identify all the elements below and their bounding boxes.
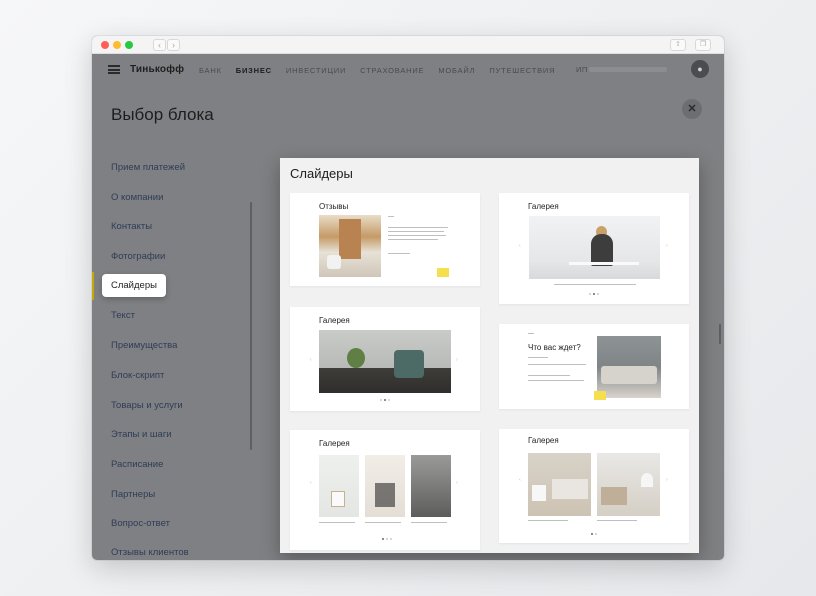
nav-item-travel[interactable]: ПУТЕШЕСТВИЯ	[489, 66, 555, 75]
sidebar-item-advantages[interactable]: Преимущества	[111, 340, 177, 351]
modal-title: Выбор блока	[111, 105, 214, 124]
close-icon[interactable]: ✕	[682, 99, 702, 119]
card-title: Галерея	[319, 316, 350, 325]
sticker	[594, 391, 606, 400]
slider-card-reviews[interactable]: Отзывы	[290, 193, 480, 286]
card-image	[319, 330, 451, 393]
slider-dots	[591, 533, 597, 535]
prev-arrow-icon: ‹	[519, 243, 521, 249]
site-header: Тинькофф БАНК БИЗНЕС ИНВЕСТИЦИИ СТРАХОВА…	[92, 54, 724, 86]
sliders-panel: Слайдеры Отзывы Галерея ‹ › Галерея ‹ › …	[280, 158, 699, 553]
panel-title: Слайдеры	[290, 166, 353, 181]
sidebar-item-text[interactable]: Текст	[111, 310, 135, 321]
prev-arrow-icon: ‹	[519, 477, 521, 483]
sticker	[437, 268, 449, 277]
nav-item-mobile[interactable]: МОБАЙЛ	[438, 66, 475, 75]
nav-item-business[interactable]: БИЗНЕС	[236, 66, 272, 75]
slider-card-gallery-2[interactable]: Галерея ‹ ›	[290, 307, 480, 411]
brand-logo[interactable]: Тинькофф	[130, 64, 184, 75]
slider-card-gallery-1[interactable]: Галерея ‹ ›	[499, 193, 689, 304]
slider-dots	[380, 399, 390, 401]
next-arrow-icon: ›	[666, 243, 668, 249]
card-image	[529, 216, 660, 279]
maximize-window-button[interactable]	[125, 41, 133, 49]
tabs-icon[interactable]: ❐	[695, 39, 711, 51]
page-scrollbar[interactable]	[719, 324, 721, 344]
card-title: Отзывы	[319, 202, 349, 211]
sidebar-item-products[interactable]: Товары и услуги	[111, 400, 183, 411]
forward-arrow-icon[interactable]: ›	[167, 39, 180, 51]
card-title: Галерея	[528, 436, 559, 445]
next-arrow-icon: ›	[456, 357, 458, 363]
back-arrow-icon[interactable]: ‹	[153, 39, 166, 51]
prev-arrow-icon: ‹	[310, 357, 312, 363]
sidebar-item-faq[interactable]: Вопрос-ответ	[111, 518, 170, 529]
block-category-list: Прием платежей О компании Контакты Фотог…	[92, 150, 272, 560]
browser-window: ‹ › ⇧ ❐ Тинькофф БАНК БИЗНЕС ИНВЕСТИЦИИ …	[92, 36, 724, 560]
card-image	[365, 455, 405, 517]
card-image	[597, 453, 660, 516]
card-image	[319, 455, 359, 517]
menu-icon[interactable]	[108, 65, 120, 74]
sidebar-item-payments[interactable]: Прием платежей	[111, 162, 185, 173]
card-image	[528, 453, 591, 516]
card-heading: Что вас ждет?	[528, 343, 581, 352]
card-title: Галерея	[319, 439, 350, 448]
sidebar-item-contacts[interactable]: Контакты	[111, 221, 152, 232]
nav-item-insurance[interactable]: СТРАХОВАНИЕ	[360, 66, 424, 75]
slider-dots	[382, 538, 392, 540]
sidebar-item-steps[interactable]: Этапы и шаги	[111, 429, 172, 440]
sidebar-item-photos[interactable]: Фотографии	[111, 251, 165, 262]
close-window-button[interactable]	[101, 41, 109, 49]
next-arrow-icon: ›	[666, 477, 668, 483]
card-image	[597, 336, 661, 398]
sidebar-scrollbar[interactable]	[250, 202, 252, 450]
sidebar-item-script-block[interactable]: Блок-скрипт	[111, 370, 164, 381]
next-arrow-icon: ›	[456, 480, 458, 486]
sidebar-item-schedule[interactable]: Расписание	[111, 459, 163, 470]
top-nav: БАНК БИЗНЕС ИНВЕСТИЦИИ СТРАХОВАНИЕ МОБАЙ…	[199, 66, 555, 75]
sidebar-item-about[interactable]: О компании	[111, 192, 163, 203]
sidebar-item-reviews[interactable]: Отзывы клиентов	[111, 547, 189, 558]
slider-card-gallery-3[interactable]: Галерея ‹ ›	[290, 430, 480, 550]
share-icon[interactable]: ⇧	[670, 39, 686, 51]
nav-item-investments[interactable]: ИНВЕСТИЦИИ	[286, 66, 346, 75]
slider-card-what-awaits[interactable]: Что вас ждет?	[499, 324, 689, 409]
sidebar-item-sliders[interactable]: Слайдеры	[102, 274, 166, 297]
nav-item-bank[interactable]: БАНК	[199, 66, 222, 75]
browser-titlebar: ‹ › ⇧ ❐	[92, 36, 724, 54]
avatar[interactable]: ●	[691, 60, 709, 78]
prev-arrow-icon: ‹	[310, 480, 312, 486]
card-image	[411, 455, 451, 517]
account-name-redacted	[589, 67, 667, 72]
sidebar-item-partners[interactable]: Партнеры	[111, 489, 155, 500]
account-label: ИП	[576, 65, 588, 74]
minimize-window-button[interactable]	[113, 41, 121, 49]
card-image	[319, 215, 381, 277]
card-title: Галерея	[528, 202, 559, 211]
slider-dots	[589, 293, 599, 295]
slider-card-gallery-4[interactable]: Галерея ‹ ›	[499, 429, 689, 543]
